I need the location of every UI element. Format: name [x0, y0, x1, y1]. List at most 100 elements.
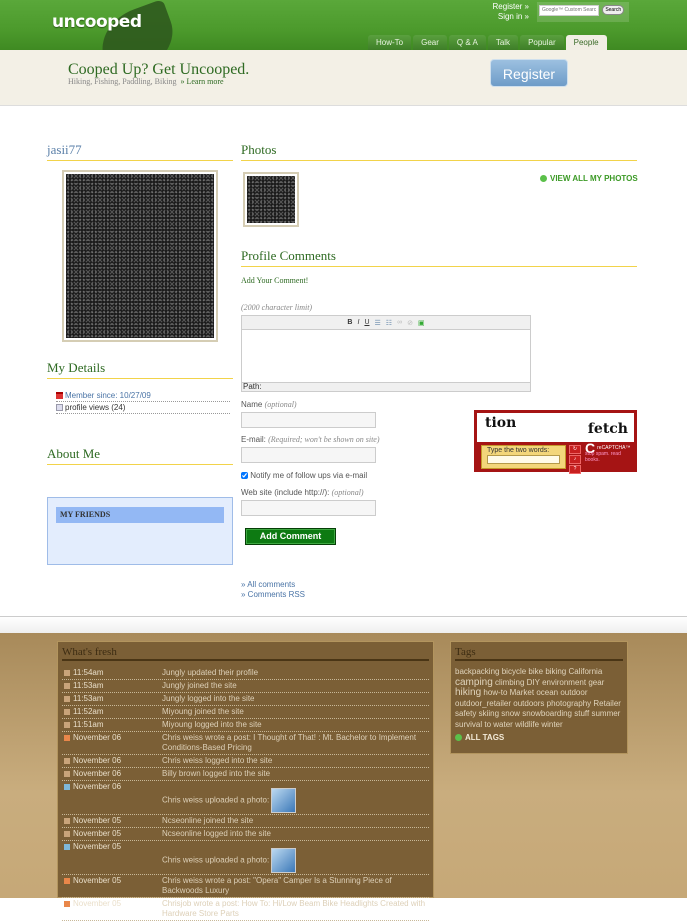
- tag-link[interactable]: DIY: [527, 678, 540, 687]
- refresh-icon[interactable]: ↻: [569, 445, 581, 454]
- activity-photo[interactable]: [271, 788, 297, 813]
- bold-button[interactable]: B: [347, 319, 352, 326]
- website-input[interactable]: [241, 500, 376, 516]
- tag-link[interactable]: snow: [501, 709, 520, 718]
- tag-link[interactable]: hiking: [455, 687, 481, 698]
- tab-gear[interactable]: Gear: [413, 35, 447, 50]
- activity-list: 11:54am Jungly updated their profile 11:…: [62, 667, 429, 921]
- activity-photo[interactable]: [271, 848, 297, 873]
- tab-popular[interactable]: Popular: [520, 35, 564, 50]
- photo-thumbnail[interactable]: [243, 172, 299, 227]
- learn-more-link[interactable]: » Learn more: [180, 77, 223, 86]
- post-icon: [64, 735, 70, 741]
- user-icon: [64, 696, 70, 702]
- help-icon[interactable]: ?: [569, 465, 581, 474]
- activity-text-cell: Chrisjob wrote a post: How To: Hi/Low Be…: [162, 899, 429, 919]
- user-icon: [64, 771, 70, 777]
- tag-link[interactable]: water: [493, 720, 513, 729]
- name-input[interactable]: [241, 412, 376, 428]
- activity-text: Chris weiss uploaded a photo:: [162, 855, 270, 865]
- activity-time: November 06: [73, 756, 122, 765]
- activity-text-cell: Miyoung joined the site: [162, 707, 429, 717]
- search-input[interactable]: [539, 4, 599, 16]
- register-button[interactable]: Register: [490, 59, 568, 87]
- tag-link[interactable]: photography: [547, 699, 591, 708]
- activity-time-cell: November 05: [62, 899, 162, 919]
- tag-link[interactable]: skiing: [479, 709, 499, 718]
- site-logo[interactable]: uncooped: [52, 12, 142, 32]
- tag-link[interactable]: winter: [541, 720, 562, 729]
- comments-rss-link[interactable]: » Comments RSS: [241, 590, 305, 600]
- tag-link[interactable]: outdoor_retailer: [455, 699, 511, 708]
- tag-link[interactable]: backpacking: [455, 667, 499, 676]
- tag-link[interactable]: summer: [591, 709, 620, 718]
- tab-q-and-a[interactable]: Q & A: [448, 35, 486, 50]
- tag-link[interactable]: outdoor: [560, 688, 587, 697]
- tag-link[interactable]: biking: [545, 667, 566, 676]
- tag-link[interactable]: safety: [455, 709, 476, 718]
- comment-textarea[interactable]: [242, 330, 530, 382]
- magnifier-icon: [56, 404, 63, 411]
- captcha-input[interactable]: [487, 455, 560, 464]
- register-link[interactable]: Register »: [485, 2, 529, 12]
- link-icon[interactable]: ∞: [397, 319, 402, 326]
- user-icon: [64, 683, 70, 689]
- all-comments-link[interactable]: » All comments: [241, 580, 305, 590]
- search-form: Search: [537, 2, 629, 22]
- tag-link[interactable]: survival: [455, 720, 482, 729]
- profile-views: profile views (24): [65, 403, 126, 412]
- member-since: Member since: 10/27/09: [65, 391, 151, 400]
- friends-heading: MY FRIENDS: [56, 507, 224, 523]
- tag-link[interactable]: ocean: [536, 688, 558, 697]
- tag-link[interactable]: camping: [455, 677, 493, 688]
- whats-fresh-panel: What's fresh 11:54am Jungly updated thei…: [57, 641, 434, 921]
- site-header: uncooped Register » Sign in » Search How…: [0, 0, 687, 82]
- plus-circle-icon: [455, 734, 462, 742]
- comment-editor[interactable]: B I U ☰ ☷ ∞ ⊘ ▣ Path:: [241, 315, 531, 392]
- activity-text: Chris weiss wrote a post: I Thought of T…: [162, 733, 417, 752]
- tag-link[interactable]: how-to: [483, 688, 507, 697]
- tag-link[interactable]: wildlife: [515, 720, 539, 729]
- tag-link[interactable]: California: [568, 667, 602, 676]
- activity-text: Jungly updated their profile: [162, 668, 259, 677]
- tab-people[interactable]: People: [565, 35, 607, 50]
- activity-row: 11:51am Miyoung logged into the site: [62, 719, 429, 732]
- unlink-icon[interactable]: ⊘: [407, 319, 413, 327]
- tag-link[interactable]: bicycle: [502, 667, 526, 676]
- bullet-list-icon[interactable]: ☰: [375, 319, 381, 327]
- view-all-photos-link[interactable]: VIEW ALL MY PHOTOS: [540, 174, 638, 183]
- numbered-list-icon[interactable]: ☷: [386, 319, 392, 327]
- add-comment-button[interactable]: Add Comment: [245, 528, 336, 545]
- tag-link[interactable]: stuff: [574, 709, 589, 718]
- activity-text-cell: Chris weiss wrote a post: "Opera" Camper…: [162, 876, 429, 896]
- member-since-row: Member since: 10/27/09: [56, 390, 230, 402]
- activity-text: Chris weiss uploaded a photo:: [162, 795, 270, 805]
- tab-talk[interactable]: Talk: [487, 35, 519, 50]
- tag-link[interactable]: snowboarding: [522, 709, 572, 718]
- all-tags-label: ALL TAGS: [465, 733, 505, 742]
- tag-link[interactable]: gear: [588, 678, 604, 687]
- tag-link[interactable]: Market: [510, 688, 534, 697]
- tag-link[interactable]: Retailer: [593, 699, 621, 708]
- search-button[interactable]: Search: [602, 5, 625, 15]
- activity-time: November 05: [73, 842, 122, 851]
- email-input[interactable]: [241, 447, 376, 463]
- profile-username: jasii77: [47, 142, 233, 161]
- tag-link[interactable]: to: [484, 720, 491, 729]
- post-icon: [64, 878, 70, 884]
- recaptcha-tagline: stop spam. read books.: [585, 451, 621, 463]
- activity-text: Jungly logged into the site: [162, 694, 255, 703]
- notify-checkbox[interactable]: [241, 472, 248, 480]
- tag-link[interactable]: bike: [528, 667, 543, 676]
- activity-text: Chrisjob wrote a post: How To: Hi/Low Be…: [162, 899, 426, 918]
- tag-link[interactable]: climbing: [495, 678, 524, 687]
- sign-in-link[interactable]: Sign in »: [485, 12, 529, 22]
- underline-button[interactable]: U: [364, 319, 369, 326]
- audio-icon[interactable]: ♪: [569, 455, 581, 464]
- italic-button[interactable]: I: [357, 319, 359, 326]
- all-tags-link[interactable]: ALL TAGS: [455, 733, 623, 742]
- tag-link[interactable]: outdoors: [513, 699, 544, 708]
- image-icon[interactable]: ▣: [418, 319, 425, 327]
- tab-how-to[interactable]: How-To: [368, 35, 412, 50]
- tag-link[interactable]: environment: [542, 678, 586, 687]
